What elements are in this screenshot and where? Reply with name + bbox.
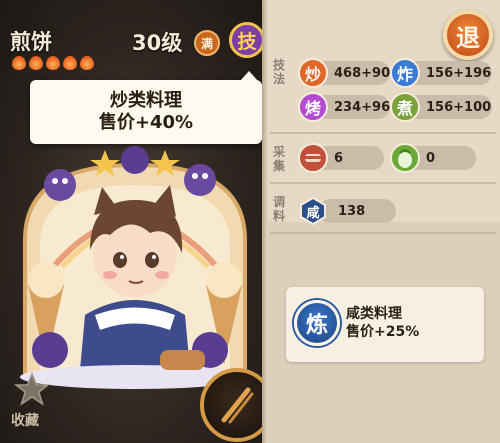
seasoning-value: 138 <box>338 203 366 219</box>
rarity-flames <box>12 56 94 70</box>
refine-line-2: 售价+25% <box>346 324 420 340</box>
tooltip-line-2: 售价+40% <box>98 112 194 133</box>
salty-icon-label: 咸 <box>306 205 320 221</box>
skill-value: 234+96 <box>334 99 391 115</box>
character-level: 30级 <box>132 31 183 55</box>
refine-line-1: 咸类料理 <box>346 306 402 322</box>
gather-value: 6 <box>334 150 344 166</box>
flame-icon <box>12 56 26 70</box>
retreat-button[interactable]: 退 <box>443 10 493 60</box>
deep-fry-icon: 炸 <box>390 58 420 88</box>
roast-icon: 烤 <box>298 92 328 122</box>
flame-icon <box>46 56 60 70</box>
seasoning-salty: 138 <box>318 199 396 223</box>
section-label-skills: 技法 <box>272 58 285 86</box>
section-label-seasoning: 调料 <box>272 195 285 223</box>
knife-icon <box>221 387 254 424</box>
divider <box>270 182 496 184</box>
max-level-badge: 满 <box>194 30 220 56</box>
character-portrait <box>20 146 250 389</box>
skill-value: 156+100 <box>426 99 492 115</box>
vegetable-glyph <box>398 149 412 168</box>
flame-icon <box>63 56 77 70</box>
refine-bonus-card: 炼 咸类料理 售价+25% <box>286 287 484 362</box>
skill-value: 156+196 <box>426 65 492 81</box>
divider <box>270 232 496 234</box>
flame-icon <box>80 56 94 70</box>
refine-text: 咸类料理 售价+25% <box>346 305 419 341</box>
boil-icon: 煮 <box>390 92 420 122</box>
skill-value: 468+90 <box>334 65 391 81</box>
skill-tooltip: 炒类料理 售价+40% <box>30 71 262 144</box>
refine-icon: 炼 <box>294 300 340 346</box>
meat-icon <box>298 143 328 173</box>
collect-button[interactable]: 收藏 <box>6 372 56 436</box>
skill-button[interactable]: 技 <box>229 22 265 58</box>
star-icon <box>14 372 50 406</box>
flame-icon <box>29 56 43 70</box>
gather-value: 0 <box>426 150 436 166</box>
divider <box>270 132 496 134</box>
stir-fry-icon: 炒 <box>298 58 328 88</box>
vegetable-icon <box>390 143 420 173</box>
collect-label: 收藏 <box>11 413 39 429</box>
panel-edge <box>262 0 268 443</box>
tooltip-line-1: 炒类料理 <box>110 90 182 111</box>
section-label-gather: 采集 <box>272 145 285 173</box>
character-name: 煎饼 <box>10 30 52 54</box>
meat-glyph <box>305 154 321 162</box>
